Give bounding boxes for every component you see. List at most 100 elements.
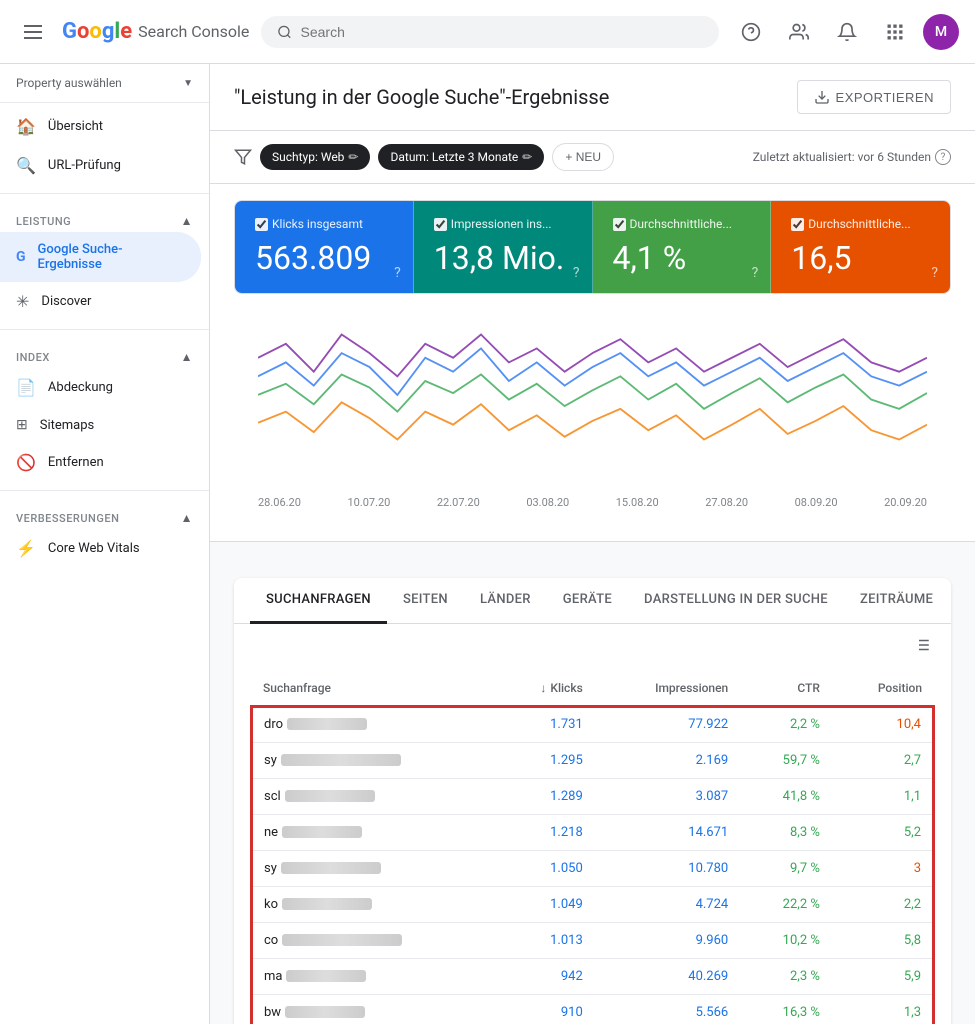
- table-row[interactable]: ko1.0494.72422,2 %2,2: [251, 886, 934, 922]
- cell-clicks: 1.218: [495, 814, 594, 850]
- cell-impressions: 10.780: [595, 850, 740, 886]
- sidebar-item-label: Core Web Vitals: [48, 541, 140, 556]
- filter-chip-suchtyp[interactable]: Suchtyp: Web ✏: [260, 144, 370, 170]
- google-g-icon: G: [16, 249, 26, 265]
- search-input[interactable]: [301, 24, 703, 40]
- tab-zeitraeume[interactable]: ZEITRÄUME: [844, 578, 949, 624]
- query-blurred: [285, 790, 375, 802]
- help-icon-clicks[interactable]: ?: [394, 265, 401, 281]
- tabs-header: SUCHANFRAGENSEITENLÄNDERGERÄTEDARSTELLUN…: [234, 578, 951, 624]
- leistung-label: Leistung: [16, 215, 71, 228]
- query-prefix: bw: [264, 1005, 281, 1020]
- table-row[interactable]: bw9105.56616,3 %1,3: [251, 994, 934, 1024]
- sidebar-item-entfernen[interactable]: 🚫 Entfernen: [0, 443, 201, 482]
- main-content: "Leistung in der Google Suche"-Ergebniss…: [210, 64, 975, 1024]
- leistung-collapse[interactable]: ▲: [181, 214, 193, 228]
- table-row[interactable]: sy1.2952.16959,7 %2,7: [251, 742, 934, 778]
- table-filter-button[interactable]: [909, 632, 935, 663]
- avatar[interactable]: M: [923, 14, 959, 50]
- help-icon-ctr[interactable]: ?: [752, 265, 759, 281]
- query-prefix: ne: [264, 825, 278, 840]
- hamburger-menu[interactable]: [16, 17, 50, 47]
- index-collapse[interactable]: ▲: [181, 350, 193, 364]
- search-icon: [277, 24, 292, 40]
- metric-checkbox-impressions[interactable]: [434, 218, 447, 231]
- page-header: "Leistung in der Google Suche"-Ergebniss…: [210, 64, 975, 131]
- search-bar[interactable]: [261, 16, 719, 48]
- col-header-position[interactable]: Position: [832, 671, 934, 706]
- verbesserungen-collapse[interactable]: ▲: [181, 511, 193, 525]
- table-head: Suchanfrage ↓Klicks Impressionen CTR Pos…: [251, 671, 934, 706]
- cell-position: 1,1: [832, 778, 934, 814]
- tab-geraete[interactable]: GERÄTE: [547, 578, 628, 624]
- help-button[interactable]: [731, 12, 771, 52]
- cell-impressions: 77.922: [595, 706, 740, 743]
- cell-query: scl: [251, 778, 495, 814]
- sidebar-item-url-pruefung[interactable]: 🔍 URL-Prüfung: [0, 146, 201, 185]
- table-row[interactable]: ne1.21814.6718,3 %5,2: [251, 814, 934, 850]
- cell-impressions: 3.087: [595, 778, 740, 814]
- sidebar-item-uebersicht[interactable]: 🏠 Übersicht: [0, 107, 201, 146]
- table-row[interactable]: co1.0139.96010,2 %5,8: [251, 922, 934, 958]
- metric-card-position[interactable]: Durchschnittliche... 16,5 ?: [771, 201, 950, 293]
- help-icon-impressions[interactable]: ?: [573, 265, 580, 281]
- sidebar-item-label: Übersicht: [48, 119, 103, 134]
- cell-ctr: 22,2 %: [740, 886, 832, 922]
- index-label: Index: [16, 351, 50, 364]
- tab-suchanfragen[interactable]: SUCHANFRAGEN: [250, 578, 387, 624]
- help-icon-position[interactable]: ?: [931, 265, 938, 281]
- property-selector[interactable]: Property auswählen ▼: [0, 64, 209, 103]
- table-toolbar: [250, 624, 935, 671]
- metrics-cards: Klicks insgesamt 563.809 ? Impressionen …: [234, 200, 951, 294]
- query-prefix: ma: [264, 969, 282, 984]
- metric-card-clicks[interactable]: Klicks insgesamt 563.809 ?: [235, 201, 414, 293]
- query-blurred: [287, 718, 367, 730]
- notifications-button[interactable]: [827, 12, 867, 52]
- table-row[interactable]: ma94240.2692,3 %5,9: [251, 958, 934, 994]
- add-filter-button[interactable]: + NEU: [552, 143, 614, 171]
- tab-laender[interactable]: LÄNDER: [464, 578, 547, 624]
- sidebar-item-core-web-vitals[interactable]: ⚡ Core Web Vitals: [0, 529, 201, 568]
- sidebar-item-abdeckung[interactable]: 📄 Abdeckung: [0, 368, 201, 407]
- leistung-header: Leistung ▲: [0, 202, 209, 232]
- col-header-query: Suchanfrage: [251, 671, 495, 706]
- table-row[interactable]: scl1.2893.08741,8 %1,1: [251, 778, 934, 814]
- tab-seiten[interactable]: SEITEN: [387, 578, 464, 624]
- cell-ctr: 2,2 %: [740, 706, 832, 743]
- account-button[interactable]: [779, 12, 819, 52]
- results-table: Suchanfrage ↓Klicks Impressionen CTR Pos…: [250, 671, 935, 1024]
- filter-chip-datum[interactable]: Datum: Letzte 3 Monate ✏: [378, 144, 544, 170]
- table-row[interactable]: sy1.05010.7809,7 %3: [251, 850, 934, 886]
- export-button[interactable]: EXPORTIEREN: [797, 80, 951, 114]
- table-row[interactable]: dro1.73177.9222,2 %10,4: [251, 706, 934, 743]
- sidebar-item-google-suche[interactable]: G Google Suche-Ergebnisse: [0, 232, 201, 282]
- cell-impressions: 5.566: [595, 994, 740, 1024]
- metric-label-impressions: Impressionen ins...: [434, 217, 572, 231]
- col-header-impressions[interactable]: Impressionen: [595, 671, 740, 706]
- top-nav: Google Search Console M: [0, 0, 975, 64]
- cell-ctr: 10,2 %: [740, 922, 832, 958]
- cell-clicks: 1.049: [495, 886, 594, 922]
- col-header-ctr[interactable]: CTR: [740, 671, 832, 706]
- cell-ctr: 8,3 %: [740, 814, 832, 850]
- sidebar-item-discover[interactable]: ✳ Discover: [0, 282, 201, 321]
- metric-card-ctr[interactable]: Durchschnittliche... 4,1 % ?: [593, 201, 772, 293]
- metric-checkbox-clicks[interactable]: [255, 218, 268, 231]
- help-circle-icon[interactable]: ?: [935, 149, 951, 165]
- apps-button[interactable]: [875, 12, 915, 52]
- document-icon: 📄: [16, 378, 36, 397]
- tab-darstellung[interactable]: DARSTELLUNG IN DER SUCHE: [628, 578, 844, 624]
- sidebar-item-sitemaps[interactable]: ⊞ Sitemaps: [0, 407, 201, 443]
- metric-card-impressions[interactable]: Impressionen ins... 13,8 Mio. ?: [414, 201, 593, 293]
- metric-checkbox-ctr[interactable]: [613, 218, 626, 231]
- cell-query: sy: [251, 850, 495, 886]
- cell-position: 10,4: [832, 706, 934, 743]
- metric-checkbox-position[interactable]: [791, 218, 804, 231]
- cell-query: ko: [251, 886, 495, 922]
- sidebar-item-label: Sitemaps: [40, 418, 95, 433]
- query-prefix: dro: [264, 717, 283, 732]
- filter-chip-label: Suchtyp: Web: [272, 150, 344, 164]
- col-header-clicks[interactable]: ↓Klicks: [495, 671, 594, 706]
- sidebar-item-label: Google Suche-Ergebnisse: [38, 242, 185, 272]
- query-prefix: sy: [264, 861, 277, 876]
